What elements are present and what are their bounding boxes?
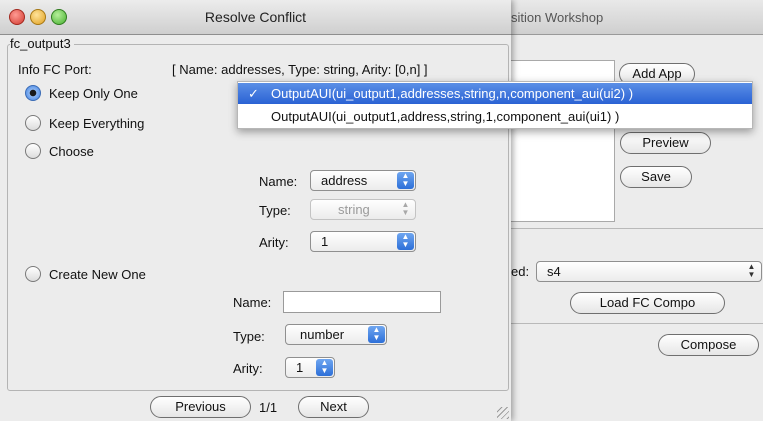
choose-arity-label: Arity: <box>259 235 289 250</box>
info-label: Info FC Port: <box>18 62 92 77</box>
previous-button[interactable]: Previous <box>150 396 251 418</box>
choose-type-select[interactable]: string ▲ ▼ <box>310 199 416 220</box>
create-name-label: Name: <box>233 295 272 310</box>
menu-item-label: OutputAUI(ui_output1,address,string,1,co… <box>271 109 620 124</box>
choose-arity-value: 1 <box>321 234 329 249</box>
create-arity-value: 1 <box>296 360 304 375</box>
dialog-title-bar: Resolve Conflict <box>0 0 511 35</box>
choose-type-label: Type: <box>259 203 291 218</box>
create-type-select[interactable]: number ▲ ▼ <box>285 324 387 345</box>
checkmark-icon: ✓ <box>248 86 259 101</box>
workshop-title-bar: sition Workshop <box>500 0 763 35</box>
composition-workshop-window: sition Workshop Add App Preview Save ed:… <box>500 0 763 421</box>
choose-name-select[interactable]: address ▲ ▼ <box>310 170 416 191</box>
create-arity-label: Arity: <box>233 361 263 376</box>
preview-button[interactable]: Preview <box>620 132 711 154</box>
updown-arrows-icon: ▲ ▼ <box>397 172 414 189</box>
selected-label: ed: <box>511 264 530 279</box>
workshop-title: sition Workshop <box>511 10 604 25</box>
resolve-conflict-dialog: Resolve Conflict fc_output3 Info FC Port… <box>0 0 511 421</box>
updown-arrows-icon: ▲ ▼ <box>316 359 333 376</box>
create-new-one-label: Create New One <box>49 267 146 282</box>
updown-arrows-icon: ▲ ▼ <box>397 233 414 250</box>
create-type-label: Type: <box>233 329 265 344</box>
port-choice-menu: ✓ OutputAUI(ui_output1,addresses,string,… <box>237 81 753 129</box>
choose-radio[interactable] <box>25 143 41 159</box>
next-button[interactable]: Next <box>298 396 369 418</box>
keep-everything-label: Keep Everything <box>49 116 145 131</box>
keep-only-one-label: Keep Only One <box>49 86 138 101</box>
updown-arrows-icon: ▲ ▼ <box>368 326 385 343</box>
separator <box>500 323 763 324</box>
separator <box>500 228 763 229</box>
create-arity-select[interactable]: 1 ▲ ▼ <box>285 357 335 378</box>
info-value: [ Name: addresses, Type: string, Arity: … <box>172 62 428 77</box>
choose-name-label: Name: <box>259 174 298 189</box>
updown-arrows-icon: ▲ ▼ <box>401 200 410 217</box>
save-button[interactable]: Save <box>620 166 692 188</box>
menu-item[interactable]: ✓ OutputAUI(ui_output1,addresses,string,… <box>238 83 752 104</box>
choose-type-value: string <box>338 202 370 217</box>
choose-name-value: address <box>321 173 368 188</box>
keep-only-one-radio[interactable] <box>25 85 41 101</box>
choose-arity-select[interactable]: 1 ▲ ▼ <box>310 231 416 252</box>
group-title: fc_output3 <box>10 36 74 51</box>
fc-selector[interactable]: s4 ▲ ▼ <box>536 261 762 282</box>
keep-everything-radio[interactable] <box>25 115 41 131</box>
load-fc-compo-button[interactable]: Load FC Compo <box>570 292 725 314</box>
fc-selector-value: s4 <box>547 264 561 279</box>
create-type-value: number <box>300 327 345 342</box>
menu-item[interactable]: OutputAUI(ui_output1,address,string,1,co… <box>238 106 752 127</box>
updown-arrows-icon: ▲ ▼ <box>747 262 756 279</box>
page-indicator: 1/1 <box>259 400 278 415</box>
create-name-input[interactable] <box>283 291 441 313</box>
menu-item-label: OutputAUI(ui_output1,addresses,string,n,… <box>271 86 634 101</box>
dialog-title: Resolve Conflict <box>204 9 307 25</box>
choose-label: Choose <box>49 144 94 159</box>
compose-button[interactable]: Compose <box>658 334 759 356</box>
resize-grip-icon[interactable] <box>497 407 509 419</box>
create-new-one-radio[interactable] <box>25 266 41 282</box>
